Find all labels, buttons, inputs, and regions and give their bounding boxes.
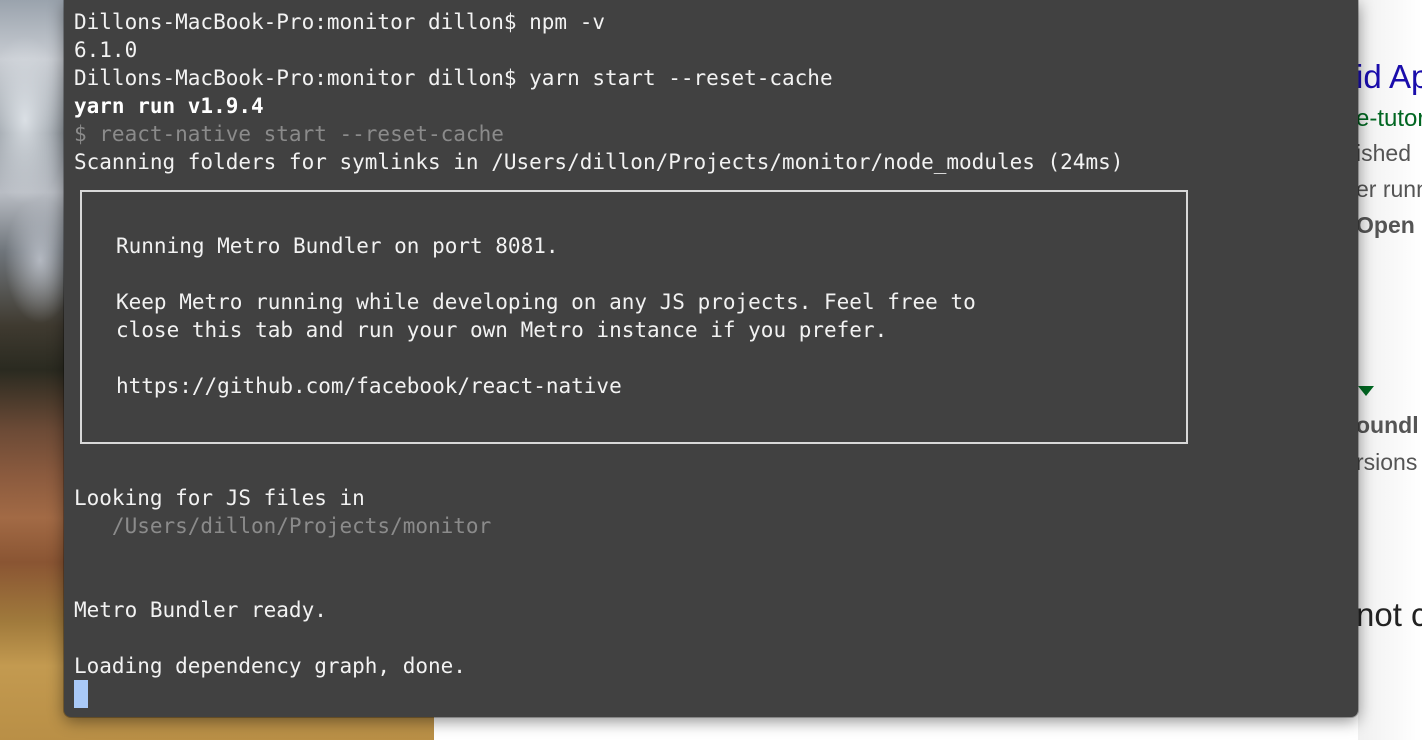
- looking-line: Looking for JS files in: [74, 486, 365, 510]
- terminal-cursor[interactable]: [74, 680, 88, 708]
- terminal-line: Dillons-MacBook-Pro:monitor dillon$ npm …: [74, 10, 606, 34]
- react-native-url: https://github.com/facebook/react-native: [116, 374, 622, 398]
- project-path: /Users/dillon/Projects/monitor: [74, 514, 492, 538]
- metro-keep-line: Keep Metro running while developing on a…: [116, 290, 976, 314]
- search-result-snippet-bold: Open: [1356, 212, 1415, 238]
- search-result-snippet-line3: rsions: [1356, 449, 1418, 475]
- page-heading-fragment: not c: [1356, 596, 1422, 633]
- caret-down-icon[interactable]: [1358, 386, 1374, 396]
- search-result-title[interactable]: id Ap: [1356, 58, 1422, 96]
- screen: id Ap e-tutor ished er runn Open oundl r…: [0, 0, 1422, 740]
- search-result-url[interactable]: e-tutor: [1356, 105, 1422, 133]
- metro-port-line: Running Metro Bundler on port 8081.: [116, 234, 559, 258]
- terminal-line: $ react-native start --reset-cache: [74, 122, 504, 146]
- terminal-window[interactable]: Dillons-MacBook-Pro:monitor dillon$ npm …: [64, 0, 1358, 717]
- loading-line: Loading dependency graph, done.: [74, 654, 466, 678]
- ready-line: Metro Bundler ready.: [74, 598, 327, 622]
- terminal-line: yarn run v1.9.4: [74, 94, 264, 118]
- metro-keep-line: close this tab and run your own Metro in…: [116, 318, 888, 342]
- terminal-line: 6.1.0: [74, 38, 138, 62]
- terminal-line: Dillons-MacBook-Pro:monitor dillon$ yarn…: [74, 66, 833, 90]
- search-result-snippet: ished: [1356, 140, 1411, 166]
- search-result-snippet-bold2: oundl: [1356, 412, 1419, 438]
- terminal-line: Scanning folders for symlinks in /Users/…: [74, 150, 1124, 174]
- search-result-snippet-line2: er runn: [1356, 176, 1422, 202]
